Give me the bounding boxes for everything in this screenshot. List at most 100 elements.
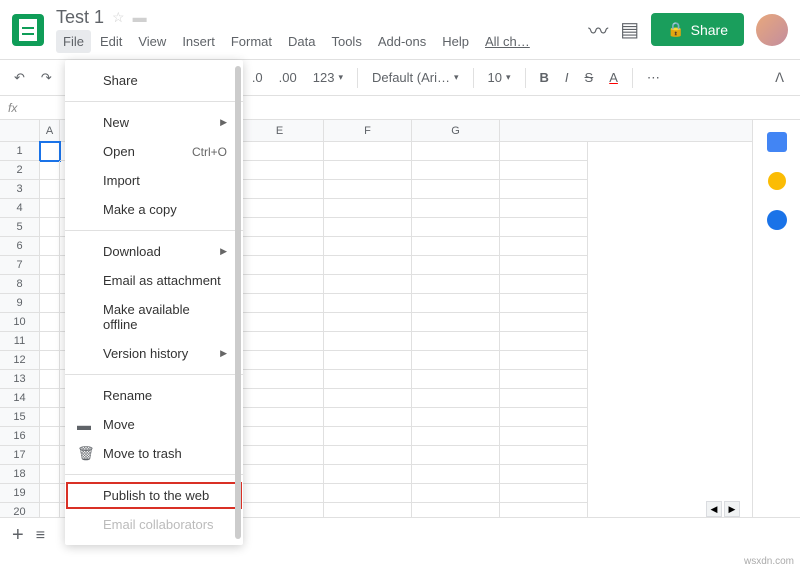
cell[interactable] bbox=[412, 142, 500, 161]
menu-import[interactable]: Import bbox=[65, 166, 243, 195]
cell[interactable] bbox=[324, 218, 412, 237]
cell[interactable] bbox=[412, 313, 500, 332]
cell[interactable] bbox=[324, 446, 412, 465]
menu-offline[interactable]: Make available offline bbox=[65, 295, 243, 339]
cell[interactable] bbox=[40, 370, 60, 389]
redo-button[interactable]: ↷ bbox=[35, 66, 58, 90]
menu-email-attachment[interactable]: Email as attachment bbox=[65, 266, 243, 295]
font-select[interactable]: Default (Ari…▾ bbox=[366, 68, 465, 87]
cell[interactable] bbox=[412, 484, 500, 503]
cell[interactable] bbox=[500, 446, 588, 465]
cell[interactable] bbox=[412, 161, 500, 180]
cell[interactable] bbox=[40, 199, 60, 218]
cell[interactable] bbox=[412, 332, 500, 351]
row-header[interactable]: 6 bbox=[0, 237, 40, 256]
cell[interactable] bbox=[500, 465, 588, 484]
cell[interactable] bbox=[412, 370, 500, 389]
select-all-corner[interactable] bbox=[0, 120, 40, 141]
cell[interactable] bbox=[40, 351, 60, 370]
menu-email-collaborators[interactable]: Email collaborators bbox=[65, 510, 243, 539]
cell[interactable] bbox=[324, 332, 412, 351]
cell[interactable] bbox=[236, 275, 324, 294]
cell[interactable] bbox=[412, 408, 500, 427]
row-header[interactable]: 13 bbox=[0, 370, 40, 389]
cell[interactable] bbox=[324, 313, 412, 332]
cell[interactable] bbox=[40, 142, 60, 161]
cell[interactable] bbox=[236, 199, 324, 218]
cell[interactable] bbox=[412, 351, 500, 370]
cell[interactable] bbox=[236, 427, 324, 446]
cell[interactable] bbox=[40, 237, 60, 256]
sheets-logo[interactable] bbox=[12, 14, 44, 46]
menu-new[interactable]: New▶ bbox=[65, 108, 243, 137]
trend-icon[interactable]: 〰 bbox=[588, 15, 608, 44]
cell[interactable] bbox=[500, 294, 588, 313]
font-size[interactable]: 10▾ bbox=[482, 68, 517, 87]
cell[interactable] bbox=[500, 237, 588, 256]
undo-button[interactable]: ↶ bbox=[8, 66, 31, 90]
cell[interactable] bbox=[324, 465, 412, 484]
share-button[interactable]: 🔒 Share bbox=[651, 13, 744, 46]
cell[interactable] bbox=[500, 427, 588, 446]
row-header[interactable]: 18 bbox=[0, 465, 40, 484]
number-format[interactable]: 123▾ bbox=[307, 68, 349, 87]
cell[interactable] bbox=[412, 237, 500, 256]
row-header[interactable]: 4 bbox=[0, 199, 40, 218]
cell[interactable] bbox=[324, 484, 412, 503]
cell[interactable] bbox=[236, 465, 324, 484]
cell[interactable] bbox=[40, 408, 60, 427]
cell[interactable] bbox=[40, 332, 60, 351]
cell[interactable] bbox=[500, 142, 588, 161]
cell[interactable] bbox=[236, 142, 324, 161]
cell[interactable] bbox=[40, 294, 60, 313]
row-header[interactable]: 1 bbox=[0, 142, 40, 161]
strike-button[interactable]: S bbox=[579, 66, 600, 89]
menu-tools[interactable]: Tools bbox=[324, 30, 368, 53]
cell[interactable] bbox=[236, 408, 324, 427]
more-tools[interactable]: ⋯ bbox=[641, 66, 666, 90]
cell[interactable] bbox=[324, 408, 412, 427]
row-header[interactable]: 8 bbox=[0, 275, 40, 294]
cell[interactable] bbox=[412, 275, 500, 294]
cell[interactable] bbox=[40, 313, 60, 332]
cell[interactable] bbox=[40, 465, 60, 484]
cell[interactable] bbox=[236, 237, 324, 256]
cell[interactable] bbox=[412, 389, 500, 408]
cell[interactable] bbox=[500, 180, 588, 199]
tasks-icon[interactable] bbox=[767, 210, 787, 230]
cell[interactable] bbox=[236, 313, 324, 332]
cell[interactable] bbox=[40, 427, 60, 446]
row-header[interactable]: 12 bbox=[0, 351, 40, 370]
cell[interactable] bbox=[324, 370, 412, 389]
cell[interactable] bbox=[412, 218, 500, 237]
col-header-g[interactable]: G bbox=[412, 120, 500, 141]
cell[interactable] bbox=[412, 294, 500, 313]
cell[interactable] bbox=[40, 446, 60, 465]
cell[interactable] bbox=[324, 294, 412, 313]
menu-download[interactable]: Download▶ bbox=[65, 237, 243, 266]
sheets-menu-button[interactable]: ≡ bbox=[36, 527, 45, 545]
row-header[interactable]: 7 bbox=[0, 256, 40, 275]
cell[interactable] bbox=[324, 351, 412, 370]
menu-view[interactable]: View bbox=[131, 30, 173, 53]
italic-button[interactable]: I bbox=[559, 66, 575, 89]
add-sheet-button[interactable]: + bbox=[8, 520, 28, 551]
cell[interactable] bbox=[412, 465, 500, 484]
document-title[interactable]: Test 1 bbox=[56, 7, 104, 28]
cell[interactable] bbox=[40, 484, 60, 503]
col-header-f[interactable]: F bbox=[324, 120, 412, 141]
col-header-a[interactable]: A bbox=[40, 120, 60, 141]
cell[interactable] bbox=[324, 161, 412, 180]
cell[interactable] bbox=[324, 275, 412, 294]
cell[interactable] bbox=[500, 408, 588, 427]
menu-move[interactable]: ▬Move bbox=[65, 410, 243, 439]
cell[interactable] bbox=[324, 142, 412, 161]
menu-insert[interactable]: Insert bbox=[175, 30, 222, 53]
menu-file[interactable]: File bbox=[56, 30, 91, 53]
comments-icon[interactable]: ▤ bbox=[620, 17, 639, 42]
dropdown-scrollbar[interactable] bbox=[235, 66, 241, 539]
cell[interactable] bbox=[40, 275, 60, 294]
cell[interactable] bbox=[500, 313, 588, 332]
folder-icon[interactable]: ▬ bbox=[133, 9, 147, 25]
row-header[interactable]: 17 bbox=[0, 446, 40, 465]
